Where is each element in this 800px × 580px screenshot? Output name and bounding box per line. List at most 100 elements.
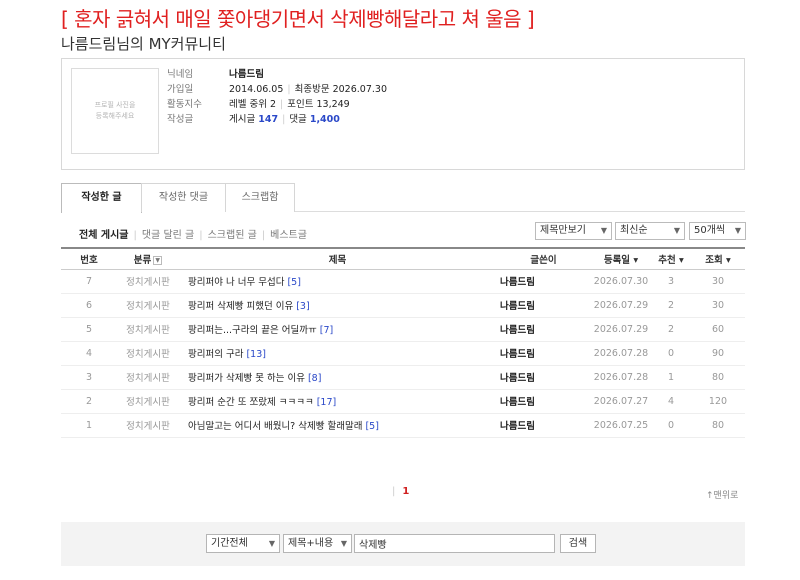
row-category[interactable]: 정치게시판 (117, 293, 179, 318)
subtab-scrapped[interactable]: 스크랩된 글 (208, 230, 257, 241)
dropdown-icon[interactable]: ▼ (153, 255, 163, 265)
tab-written-comments[interactable]: 작성한 댓글 (141, 183, 226, 212)
comments-count: 1,400 (309, 114, 340, 125)
per-page-value: 50개씩 (694, 225, 726, 236)
row-views: 80 (691, 413, 745, 438)
search-button[interactable]: 검색 (560, 534, 596, 553)
row-category[interactable]: 정치게시판 (117, 389, 179, 414)
view-mode-select[interactable]: 제목만보기 ▼ (535, 222, 612, 240)
row-views: 60 (691, 317, 745, 342)
col-title-header: 제목 (179, 247, 496, 270)
post-list-table: 번호 분류 ▼ 제목 글쓴이 등록일 ▾ 추천 ▾ 조회 ▾ 7 정치게시판 팡리퍼야… (61, 247, 745, 438)
row-author[interactable]: 나름드림 (496, 413, 591, 438)
row-author[interactable]: 나름드림 (496, 317, 591, 342)
col-category-header[interactable]: 분류 ▼ (117, 247, 179, 270)
per-page-select[interactable]: 50개씩 ▼ (689, 222, 746, 240)
join-date: 2014.06.05 (229, 84, 284, 95)
search-input[interactable] (354, 534, 555, 553)
row-category[interactable]: 정치게시판 (117, 341, 179, 366)
row-date: 2026.07.29 (591, 317, 651, 342)
row-author[interactable]: 나름드림 (496, 389, 591, 414)
row-views: 80 (691, 365, 745, 390)
row-title-link[interactable]: 팡리퍼 순간 또 쪼랐제 ㅋㅋㅋㅋ (188, 397, 314, 408)
profile-photo-placeholder[interactable]: 프로필 사진을 등록해주세요 (71, 68, 159, 154)
row-author[interactable]: 나름드림 (496, 293, 591, 318)
sort-down-icon: ▾ (679, 254, 684, 266)
row-date: 2026.07.25 (591, 413, 651, 438)
divider: | (199, 230, 203, 241)
row-comment-count[interactable]: [7] (320, 325, 333, 336)
row-category[interactable]: 정치게시판 (117, 413, 179, 438)
col-recommend-header[interactable]: 추천 ▾ (651, 247, 691, 270)
row-category[interactable]: 정치게시판 (117, 269, 179, 294)
row-comment-count[interactable]: [13] (246, 349, 266, 360)
profile-box: 프로필 사진을 등록해주세요 닉네임 나름드림 가입일 2014.06.05 | 최종방… (61, 58, 745, 170)
col-category-label: 분류 (133, 254, 152, 266)
row-title-link[interactable]: 팡리퍼야 나 너무 무섭다 (188, 277, 284, 288)
search-field-select[interactable]: 제목+내용 ▼ (283, 534, 352, 553)
activity-label: 활동지수 (167, 99, 202, 110)
row-category[interactable]: 정치게시판 (117, 365, 179, 390)
row-date: 2026.07.29 (591, 293, 651, 318)
row-title-cell: 아님말고는 어디서 배웠니? 삭제빵 할래말래 [5] (179, 413, 496, 438)
row-comment-count[interactable]: [5] (287, 277, 300, 288)
page-current[interactable]: 1 (402, 486, 409, 497)
row-comment-count[interactable]: [17] (317, 397, 337, 408)
row-recommend: 2 (651, 317, 691, 342)
col-views-header[interactable]: 조회 ▾ (691, 247, 745, 270)
subtab-commented[interactable]: 댓글 달린 글 (142, 230, 194, 241)
sort-value: 최신순 (620, 225, 648, 236)
period-select[interactable]: 기간전체 ▼ (206, 534, 280, 553)
divider: | (261, 230, 266, 241)
tab-written-posts[interactable]: 작성한 글 (61, 183, 142, 213)
row-recommend: 0 (651, 413, 691, 438)
row-title-cell: 팡리퍼는...구라의 끝은 어딜까ㅠ [7] (179, 317, 496, 342)
tab-scrapbook[interactable]: 스크랩함 (225, 183, 295, 212)
row-num: 3 (61, 365, 117, 390)
headline: [ 혼자 긁혀서 매일 쫓아댕기면서 삭제빵해달라고 쳐 울음 ] (61, 7, 535, 31)
row-comment-count[interactable]: [8] (308, 373, 321, 384)
row-recommend: 1 (651, 365, 691, 390)
col-date-label: 등록일 (603, 254, 631, 266)
row-date: 2026.07.30 (591, 269, 651, 294)
level-value: 레벨 중위 2 (229, 99, 277, 110)
sort-down-icon: ▾ (633, 254, 639, 266)
photo-text-line2: 등록해주세요 (95, 112, 135, 120)
row-comment-count[interactable]: [5] (365, 421, 378, 432)
col-views-label: 조회 (705, 254, 723, 266)
row-title-link[interactable]: 팡리퍼 삭제빵 피했던 이유 (188, 301, 293, 312)
search-field-value: 제목+내용 (288, 538, 334, 549)
row-author[interactable]: 나름드림 (496, 365, 591, 390)
row-comment-count[interactable]: [3] (296, 301, 309, 312)
chevron-down-icon: ▼ (673, 226, 680, 235)
chevron-down-icon: ▼ (734, 226, 741, 235)
row-title-link[interactable]: 팡리퍼가 삭제빵 못 하는 이유 (188, 373, 305, 384)
subtab-best[interactable]: 베스트글 (270, 230, 307, 241)
nick-value[interactable]: 나름드림 (229, 69, 264, 80)
comments-prefix: 댓글 (289, 114, 307, 125)
row-title-link[interactable]: 팡리퍼는...구라의 끝은 어딜까ㅠ (188, 325, 317, 336)
row-num: 4 (61, 341, 117, 366)
row-title-link[interactable]: 아님말고는 어디서 배웠니? 삭제빵 할래말래 (188, 421, 362, 432)
col-date-header[interactable]: 등록일 ▾ (591, 247, 651, 270)
row-recommend: 2 (651, 293, 691, 318)
row-views: 90 (691, 341, 745, 366)
row-date: 2026.07.28 (591, 341, 651, 366)
row-date: 2026.07.28 (591, 365, 651, 390)
row-category[interactable]: 정치게시판 (117, 317, 179, 342)
sort-select[interactable]: 최신순 ▼ (615, 222, 685, 240)
row-title-link[interactable]: 팡리퍼의 구라 (188, 349, 243, 360)
row-author[interactable]: 나름드림 (496, 341, 591, 366)
posts-label: 작성글 (167, 114, 194, 125)
chevron-down-icon: ▼ (268, 539, 275, 548)
back-to-top-link[interactable]: ↑맨위로 (706, 488, 738, 501)
divider: | (280, 99, 284, 110)
row-title-cell: 팡리퍼의 구라 [13] (179, 341, 496, 366)
col-num-header: 번호 (61, 247, 117, 270)
row-num: 6 (61, 293, 117, 318)
row-views: 30 (691, 293, 745, 318)
posts-prefix: 게시글 (229, 114, 256, 125)
row-views: 30 (691, 269, 745, 294)
subtab-all-posts[interactable]: 전체 게시글 (79, 230, 128, 241)
row-author[interactable]: 나름드림 (496, 269, 591, 294)
